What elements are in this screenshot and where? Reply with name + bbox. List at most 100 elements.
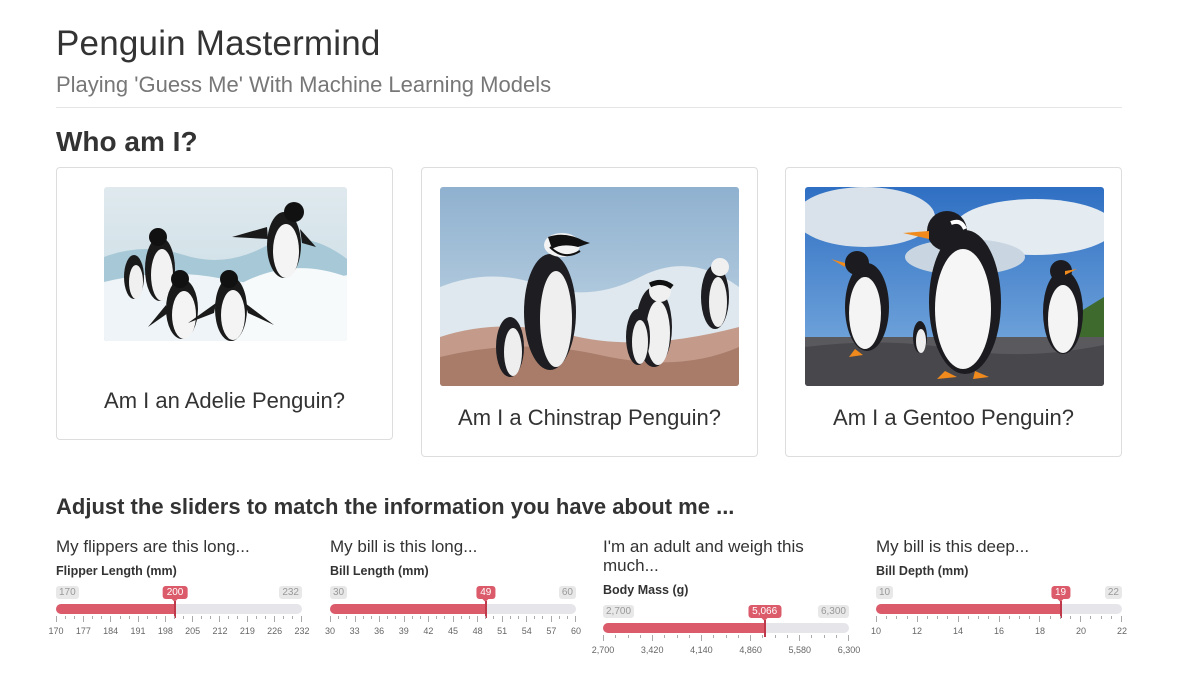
- adelie-penguin-photo: [104, 187, 347, 341]
- slider-tick: [264, 616, 266, 619]
- slider-tick: [485, 616, 487, 619]
- chinstrap-card[interactable]: Am I a Chinstrap Penguin?: [421, 167, 758, 457]
- gentoo-card-caption: Am I a Gentoo Penguin?: [833, 405, 1074, 430]
- slider-tick: [575, 616, 576, 622]
- slider-tick: [346, 616, 348, 619]
- slider-tick-label: 16: [993, 626, 1005, 636]
- slider-tick: [762, 635, 764, 638]
- slider-tick-label: 226: [267, 626, 283, 636]
- slider-tick: [1029, 616, 1031, 619]
- bill-depth-slider[interactable]: 10 22 19 10 12 14 16 18 20 22: [871, 582, 1127, 642]
- slider-tick: [725, 635, 727, 638]
- slider-tick: [370, 616, 372, 619]
- slider-tick: [330, 616, 331, 622]
- slider-tick: [1049, 616, 1051, 619]
- slider-track[interactable]: [876, 601, 1122, 618]
- bill-depth-slider-group: My bill is this deep... Bill Depth (mm) …: [871, 537, 1127, 642]
- slider-ticks: 10 12 14 16 18 20 22: [871, 616, 1127, 642]
- bill-length-label: Bill Length (mm): [330, 564, 429, 578]
- gentoo-card[interactable]: Am I a Gentoo Penguin?: [785, 167, 1122, 457]
- slider-tick: [534, 616, 536, 619]
- slider-tick: [550, 616, 552, 622]
- who-heading: Who am I?: [56, 126, 198, 157]
- slider-tick: [688, 635, 690, 638]
- slider-tick: [403, 616, 405, 622]
- slider-tick-label: 184: [103, 626, 119, 636]
- slider-tick: [137, 616, 139, 622]
- slider-tick: [799, 635, 800, 641]
- slider-track[interactable]: [56, 601, 302, 618]
- slider-tick: [1080, 616, 1082, 622]
- slider-tick-label: 4,140: [690, 645, 713, 655]
- adelie-card-caption: Am I an Adelie Penguin?: [104, 388, 345, 413]
- slider-tick: [750, 635, 751, 641]
- slider-tick-label: 205: [185, 626, 201, 636]
- slider-tick-label: 6,300: [837, 645, 861, 655]
- body-mass-slider[interactable]: 2,700 6,300 5,066 2,700 3,420 4,140 4,860 5,580…: [592, 601, 860, 661]
- slider-tick: [110, 616, 112, 622]
- slider-tick: [1100, 616, 1102, 619]
- slider-tick-label: 30: [324, 626, 336, 636]
- slider-tick: [1090, 616, 1092, 619]
- slider-tick: [74, 616, 76, 619]
- slider-tick: [947, 616, 949, 619]
- slider-tick: [566, 616, 568, 619]
- slider-tick: [477, 616, 478, 622]
- slider-tick-label: 18: [1034, 626, 1046, 636]
- slider-tick: [273, 616, 275, 622]
- slider-tick: [526, 616, 527, 622]
- slider-tick: [411, 616, 413, 619]
- slider-tick-label: 212: [212, 626, 228, 636]
- adelie-card[interactable]: Am I an Adelie Penguin?: [56, 167, 393, 440]
- slider-tick: [83, 616, 85, 622]
- slider-tick: [978, 616, 980, 619]
- slider-tick: [998, 616, 1000, 622]
- slider-tick: [1018, 616, 1020, 619]
- slider-tick-label: 39: [398, 626, 409, 636]
- slider-tick: [101, 616, 103, 619]
- slider-tick: [603, 635, 604, 641]
- slider-tick: [517, 616, 519, 619]
- slider-tick-label: 48: [472, 626, 483, 636]
- page-title: Penguin Mastermind: [56, 24, 381, 63]
- slider-tick: [452, 616, 454, 622]
- flipper-length-label: Flipper Length (mm): [56, 564, 177, 578]
- body-mass-slider-group: I'm an adult and weigh this much... Body…: [592, 537, 861, 661]
- slider-tick: [664, 635, 666, 638]
- slider-tick-label: 219: [239, 626, 255, 636]
- slider-tick: [387, 616, 389, 619]
- slider-track[interactable]: [330, 601, 576, 618]
- slider-tick-label: 4,860: [739, 645, 762, 655]
- slider-tick: [362, 616, 364, 619]
- slider-track[interactable]: [603, 620, 849, 637]
- slider-tick: [128, 616, 130, 619]
- slider-tick-label: 5,580: [788, 645, 812, 655]
- slider-fill: [603, 623, 765, 633]
- slider-fill: [56, 604, 176, 614]
- bill-length-slider[interactable]: 30 60 49 30 33 36 39 42 45 48 51 54 57 60: [325, 582, 581, 642]
- slider-tick: [1008, 616, 1010, 619]
- slider-tick: [164, 616, 166, 622]
- slider-max-label: 60: [558, 586, 576, 599]
- page-subtitle: Playing 'Guess Me' With Machine Learning…: [56, 72, 552, 97]
- slider-tick: [737, 635, 739, 638]
- slider-tick: [493, 616, 495, 619]
- chinstrap-card-caption: Am I a Chinstrap Penguin?: [458, 405, 721, 430]
- slider-tick: [228, 616, 230, 619]
- slider-tick: [1069, 616, 1071, 619]
- slider-tick: [615, 635, 617, 638]
- slider-ticks: 170 177 184 191 198 205 212 219 226 232: [48, 616, 310, 642]
- slider-tick: [701, 635, 702, 641]
- slider-tick-label: 177: [75, 626, 91, 636]
- slider-min-label: 30: [330, 586, 348, 599]
- slider-tick: [652, 635, 653, 641]
- slider-tick: [255, 616, 257, 619]
- slider-tick: [713, 635, 715, 638]
- flipper-length-slider[interactable]: 170 232 200 170 177 184 191 198 205 212 219 226 232: [48, 582, 310, 642]
- slider-tick-label: 36: [374, 626, 385, 636]
- chinstrap-penguin-photo: [440, 187, 739, 386]
- slider-tick: [419, 616, 421, 619]
- slider-fill: [876, 604, 1061, 614]
- slider-fill: [330, 604, 486, 614]
- sliders-heading: Adjust the sliders to match the informat…: [56, 494, 735, 519]
